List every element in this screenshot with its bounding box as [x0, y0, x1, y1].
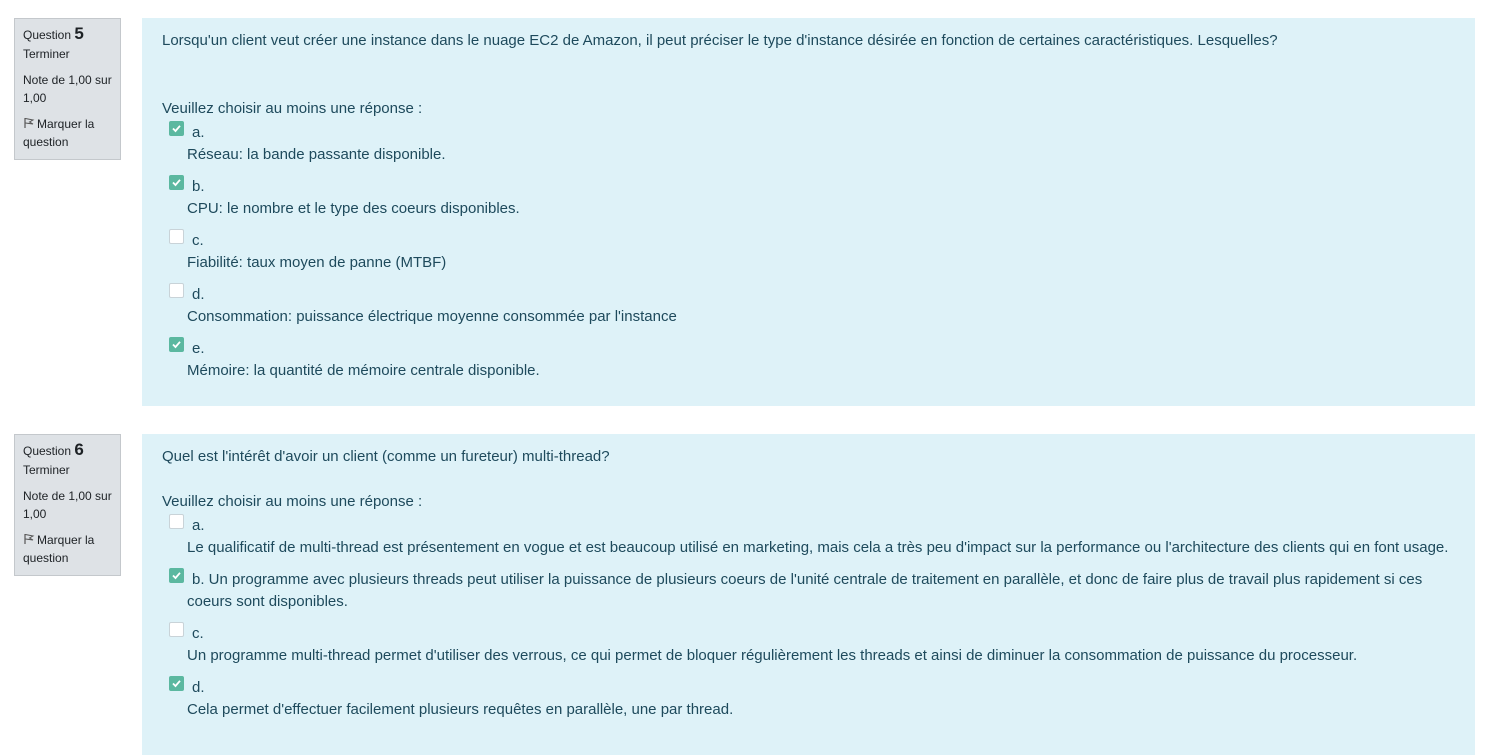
- question-6-content: Quel est l'intérêt d'avoir un client (co…: [142, 434, 1475, 755]
- question-label: Question: [23, 444, 72, 458]
- answer-text: Réseau: la bande passante disponible.: [187, 146, 446, 163]
- question-number-value: 6: [74, 440, 84, 459]
- question-number-value: 5: [74, 24, 84, 43]
- answer-text: CPU: le nombre et le type des coeurs dis…: [187, 200, 520, 217]
- question-state: Terminer: [23, 463, 70, 477]
- answer-checkbox[interactable]: [169, 622, 184, 637]
- question-number: Question 5: [23, 25, 112, 44]
- flag-icon: [23, 532, 35, 544]
- answer-letter: a.: [192, 517, 205, 534]
- flag-question-link[interactable]: Marquer la question: [23, 531, 112, 567]
- answer-prompt: Veuillez choisir au moins une réponse :: [162, 493, 423, 510]
- question-grade: Note de 1,00 sur 1,00: [23, 73, 112, 105]
- question-grade: Note de 1,00 sur 1,00: [23, 489, 112, 521]
- answer-option-c[interactable]: c. Un programme multi-thread permet d'uti…: [162, 622, 1455, 667]
- answer-checkbox[interactable]: [169, 283, 184, 298]
- question-number: Question 6: [23, 441, 112, 460]
- answer-option-e[interactable]: e. Mémoire: la quantité de mémoire centra…: [162, 337, 1455, 382]
- question-text: Quel est l'intérêt d'avoir un client (co…: [162, 448, 610, 465]
- answer-letter: b.: [192, 571, 205, 588]
- answer-letter: d.: [192, 679, 205, 696]
- question-label: Question: [23, 28, 72, 42]
- answer-options: a. Réseau: la bande passante disponible. b…: [162, 121, 1455, 382]
- answer-checkbox[interactable]: [169, 337, 184, 352]
- answer-text: Un programme multi-thread permet d'utili…: [187, 647, 1358, 664]
- answer-letter: a.: [192, 124, 205, 141]
- answer-checkbox[interactable]: [169, 514, 184, 529]
- answer-letter: c.: [192, 625, 204, 642]
- answer-text: Fiabilité: taux moyen de panne (MTBF): [187, 254, 447, 271]
- answer-option-d[interactable]: d. Consommation: puissance électrique moy…: [162, 283, 1455, 328]
- answer-option-a[interactable]: a. Le qualificatif de multi-thread est pr…: [162, 514, 1455, 559]
- question-5-content: Lorsqu'un client veut créer une instance…: [142, 18, 1475, 406]
- answer-letter: c.: [192, 232, 204, 249]
- answer-text: Consommation: puissance électrique moyen…: [187, 308, 677, 325]
- answer-checkbox[interactable]: [169, 676, 184, 691]
- answer-letter: b.: [192, 178, 205, 195]
- answer-text: Mémoire: la quantité de mémoire centrale…: [187, 362, 540, 379]
- answer-option-a[interactable]: a. Réseau: la bande passante disponible.: [162, 121, 1455, 166]
- question-text: Lorsqu'un client veut créer une instance…: [162, 32, 1278, 49]
- answer-option-b[interactable]: b. CPU: le nombre et le type des coeurs d…: [162, 175, 1455, 220]
- question-5-info: Question 5 Terminer Note de 1,00 sur 1,0…: [14, 18, 121, 160]
- answer-checkbox[interactable]: [169, 121, 184, 136]
- answer-prompt: Veuillez choisir au moins une réponse :: [162, 100, 423, 117]
- question-6-info: Question 6 Terminer Note de 1,00 sur 1,0…: [14, 434, 121, 576]
- flag-icon: [23, 116, 35, 128]
- answer-letter: d.: [192, 286, 205, 303]
- answer-option-d[interactable]: d. Cela permet d'effectuer facilement plu…: [162, 676, 1455, 721]
- answer-options: a. Le qualificatif de multi-thread est pr…: [162, 514, 1455, 721]
- answer-text: Le qualificatif de multi-thread est prés…: [187, 539, 1449, 556]
- answer-checkbox[interactable]: [169, 229, 184, 244]
- question-state: Terminer: [23, 47, 70, 61]
- answer-checkbox[interactable]: [169, 175, 184, 190]
- flag-question-link[interactable]: Marquer la question: [23, 115, 112, 151]
- answer-option-c[interactable]: c. Fiabilité: taux moyen de panne (MTBF): [162, 229, 1455, 274]
- answer-text: Cela permet d'effectuer facilement plusi…: [187, 701, 734, 718]
- answer-checkbox[interactable]: [169, 568, 184, 583]
- answer-letter: e.: [192, 340, 205, 357]
- answer-text: Un programme avec plusieurs threads peut…: [187, 571, 1423, 610]
- answer-option-b[interactable]: b. Un programme avec plusieurs threads p…: [162, 568, 1455, 613]
